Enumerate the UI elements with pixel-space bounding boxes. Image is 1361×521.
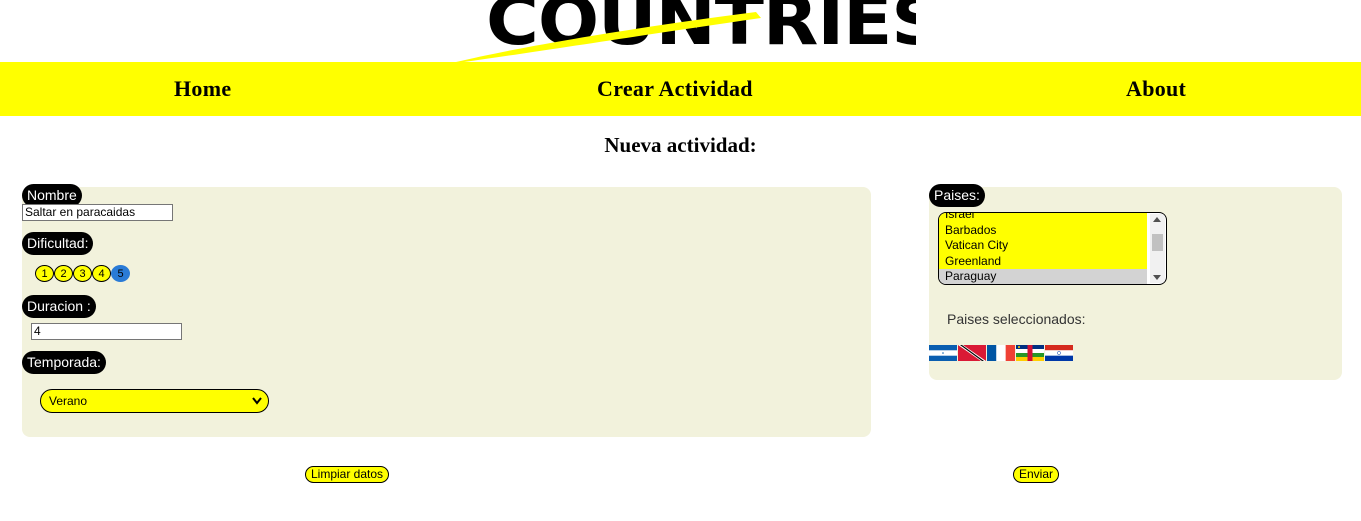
countries-logo: COUNTRIES (456, 0, 916, 62)
name-input[interactable]: Saltar en paracaidas (22, 204, 173, 221)
difficulty-radio-group: 1 2 3 4 5 (35, 265, 130, 282)
nav-about-link[interactable]: About (1126, 62, 1186, 116)
difficulty-option-2[interactable]: 2 (54, 265, 73, 282)
country-option-paraguay[interactable]: Paraguay (939, 269, 1147, 284)
difficulty-option-1[interactable]: 1 (35, 265, 54, 282)
activity-form-panel: Nombre Saltar en paracaidas Dificultad: … (22, 184, 871, 437)
nav-create-activity-link[interactable]: Crear Actividad (597, 62, 753, 116)
countries-label: Paises: (929, 184, 985, 207)
countries-panel: Paises: Israel Barbados Vatican City Gre… (929, 184, 1342, 380)
honduras-flag-icon[interactable] (929, 345, 957, 361)
difficulty-option-3[interactable]: 3 (73, 265, 92, 282)
central-african-republic-flag-icon[interactable] (1016, 345, 1044, 361)
difficulty-label: Dificultad: (22, 232, 94, 255)
country-option-greenland[interactable]: Greenland (939, 253, 1147, 269)
logo-swoosh-icon (456, 12, 761, 62)
duration-input[interactable]: 4 (31, 323, 182, 340)
paraguay-flag-icon[interactable] (1045, 345, 1073, 361)
scroll-thumb[interactable] (1152, 234, 1163, 251)
countries-options: Israel Barbados Vatican City Greenland P… (939, 213, 1147, 284)
season-select-value: Verano (49, 394, 88, 408)
duration-label: Duracion : (22, 295, 96, 318)
chevron-down-icon (252, 397, 262, 405)
scroll-down-icon[interactable] (1153, 275, 1161, 280)
nav-home-link[interactable]: Home (174, 62, 231, 116)
countries-multiselect[interactable]: Israel Barbados Vatican City Greenland P… (938, 212, 1167, 285)
nav-bar: Home Crear Actividad About (0, 62, 1361, 116)
scroll-up-icon[interactable] (1153, 217, 1161, 222)
country-option-israel[interactable]: Israel (939, 213, 1147, 223)
selected-countries-label: Paises seleccionados: (947, 311, 1086, 327)
france-flag-icon[interactable] (987, 345, 1015, 361)
country-option-barbados[interactable]: Barbados (939, 222, 1147, 238)
countries-scrollbar[interactable] (1150, 214, 1165, 283)
country-option-vatican-city[interactable]: Vatican City (939, 238, 1147, 254)
difficulty-option-5[interactable]: 5 (111, 265, 130, 282)
send-button[interactable]: Enviar (1013, 466, 1060, 483)
trinidad-and-tobago-flag-icon[interactable] (958, 345, 986, 361)
page-title: Nueva actividad: (604, 133, 757, 157)
difficulty-option-4[interactable]: 4 (92, 265, 111, 282)
selected-flags (929, 345, 1074, 361)
season-select[interactable]: Verano (40, 389, 269, 413)
clear-data-button[interactable]: Limpiar datos (305, 466, 390, 483)
season-label: Temporada: (22, 351, 106, 374)
